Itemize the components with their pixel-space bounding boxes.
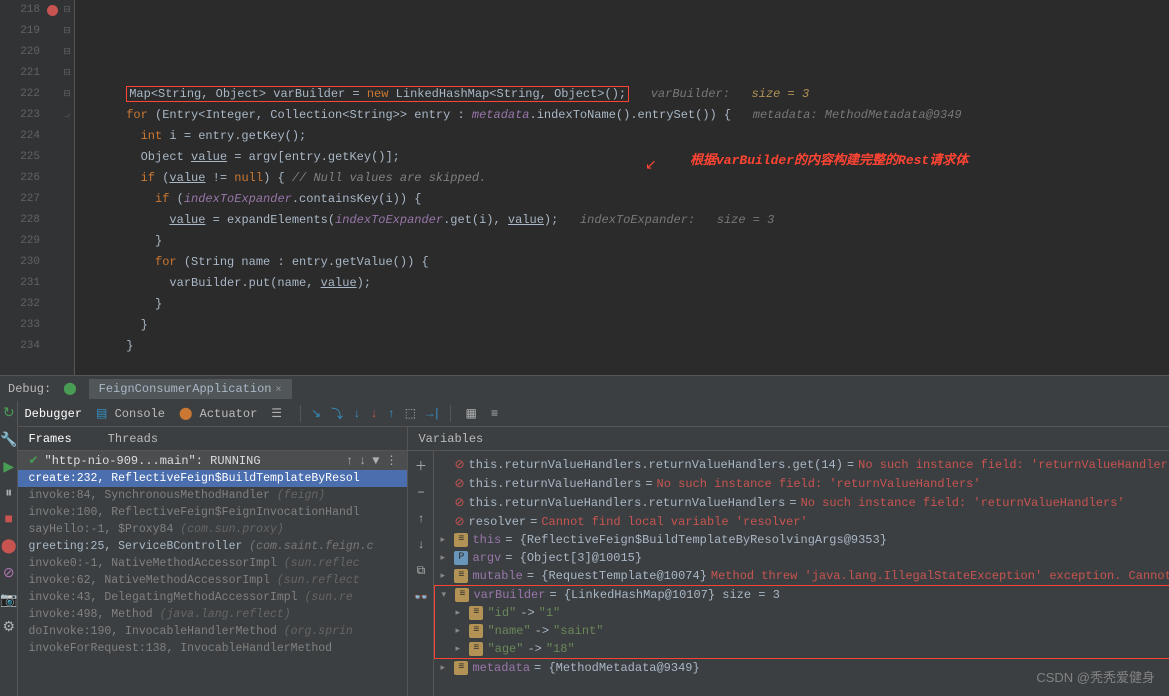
up-icon: ↑ (346, 454, 353, 468)
resume-icon[interactable]: ▶ (3, 459, 14, 476)
arrow-icon: ↙ (645, 156, 657, 177)
gear-icon[interactable]: ⚙ (2, 619, 15, 636)
code-line[interactable]: } (83, 231, 1169, 252)
vars-toolbar: ＋ − ↑ ↓ ⧉ 👓 (408, 451, 434, 696)
code-line[interactable]: value = expandElements(indexToExpander.g… (83, 210, 1169, 231)
var-row[interactable]: ▸≡ mutable = {RequestTemplate@10074} Met… (434, 567, 1169, 585)
var-row[interactable]: ▾≡ varBuilder = {LinkedHashMap@10107} si… (435, 586, 1169, 604)
code-line[interactable]: Object value = argv[entry.getKey()]; (83, 147, 1169, 168)
debug-label: Debug: (8, 382, 51, 396)
frame-row[interactable]: invoke:62, NativeMethodAccessorImpl (sun… (18, 572, 407, 589)
map-entry-row[interactable]: ▸≡ "id" -> "1" (435, 604, 1169, 622)
frame-row[interactable]: sayHello:-1, $Proxy84 (com.sun.proxy) (18, 521, 407, 538)
code-line[interactable]: int i = entry.getKey(); (83, 126, 1169, 147)
step-into-icon[interactable]: ↓ (353, 407, 360, 421)
variables-list[interactable]: ⊘ this.returnValueHandlers.returnValueHa… (434, 451, 1169, 696)
code-line[interactable]: Map<String, Object> varBuilder = new Lin… (83, 84, 1169, 105)
map-entry-row[interactable]: ▸≡ "name" -> "saint" (435, 622, 1169, 640)
run-to-cursor-icon[interactable]: →| (426, 407, 440, 421)
debugger-tabs: Debugger ▤ Console ⬤ Actuator ☰ ↘ ⤵ ↓ ↓ … (18, 401, 1169, 427)
var-error-row[interactable]: ⊘ this.returnValueHandlers.returnValueHa… (434, 455, 1169, 474)
stop-icon[interactable]: ■ (5, 512, 13, 528)
frame-row[interactable]: invoke:100, ReflectiveFeign$FeignInvocat… (18, 504, 407, 521)
frame-row[interactable]: doInvoke:190, InvocableHandlerMethod (or… (18, 623, 407, 640)
force-step-into-icon[interactable]: ↓ (370, 407, 377, 421)
run-config-tab[interactable]: FeignConsumerApplication× (89, 379, 292, 399)
frame-row[interactable]: invoke:84, SynchronousMethodHandler (fei… (18, 487, 407, 504)
frame-row[interactable]: invoke:43, DelegatingMethodAccessorImpl … (18, 589, 407, 606)
breakpoint-gutter[interactable] (45, 0, 60, 375)
frame-row[interactable]: greeting:25, ServiceBController (com.sai… (18, 538, 407, 555)
console-tab[interactable]: ▤ Console (96, 406, 165, 421)
frames-header: Frames Threads (18, 427, 407, 451)
watermark: CSDN @秃秃爱健身 (1036, 667, 1155, 686)
fold-gutter[interactable]: ⊟⊟⊟⊟⊟⨼ (60, 0, 75, 375)
var-error-row[interactable]: ⊘ resolver = Cannot find local variable … (434, 512, 1169, 531)
bug-icon: ⬤ (63, 381, 76, 396)
breakpoints-icon[interactable]: ⬤ (1, 538, 17, 555)
threads-icon[interactable]: ☰ (271, 406, 282, 421)
glasses-icon[interactable]: 👓 (413, 590, 428, 605)
more-frames-icon: ⋮ (385, 453, 397, 468)
pause-icon[interactable]: ⏸ (5, 486, 12, 502)
more-icon[interactable]: ≡ (491, 407, 498, 421)
code-line[interactable]: } (83, 315, 1169, 336)
remove-watch-icon[interactable]: − (417, 486, 424, 500)
frame-row[interactable]: invoke0:-1, NativeMethodAccessorImpl (su… (18, 555, 407, 572)
mute-bp-icon[interactable]: ⊘ (3, 565, 15, 582)
frames-panel: Frames Threads ✔ "http-nio-909...main": … (18, 427, 408, 696)
rerun-icon[interactable]: ↻ (3, 405, 15, 422)
varbuilder-group: ▾≡ varBuilder = {LinkedHashMap@10107} si… (434, 585, 1169, 659)
filter-icon: ▼ (372, 454, 379, 468)
copy-icon[interactable]: ⧉ (417, 564, 426, 578)
var-error-row[interactable]: ⊘ this.returnValueHandlers.returnValueHa… (434, 493, 1169, 512)
code-line[interactable]: for (String name : entry.getValue()) { (83, 252, 1169, 273)
error-icon: ⊘ (454, 476, 464, 491)
code-line[interactable]: if (indexToExpander.containsKey(i)) { (83, 189, 1169, 210)
step-over-icon[interactable]: ⤵ (331, 405, 343, 422)
var-row[interactable]: ▸P argv = {Object[3]@10015} (434, 549, 1169, 567)
eval-icon[interactable]: ▦ (465, 406, 476, 421)
debug-run-bar: Debug: ⬤ FeignConsumerApplication× (0, 375, 1169, 401)
debug-panel: ↻ 🔧 ▶ ⏸ ■ ⬤ ⊘ 📷 ⚙ Debugger ▤ Console ⬤ A… (0, 401, 1169, 696)
frame-row[interactable]: create:232, ReflectiveFeign$BuildTemplat… (18, 470, 407, 487)
add-watch-icon[interactable]: ＋ (415, 457, 427, 474)
settings-icon[interactable]: 🔧 (0, 432, 17, 449)
code-editor[interactable]: 2182192202212222232242252262272282292302… (0, 0, 1169, 375)
code-area[interactable]: 根据varBuilder的内容构建完整的Rest请求体 ↙ Map<String… (75, 0, 1169, 375)
step-out-icon[interactable]: ↑ (388, 407, 395, 421)
actuator-tab[interactable]: ⬤ Actuator (179, 406, 257, 421)
debugger-tab[interactable]: Debugger (24, 407, 82, 421)
down-icon: ↓ (359, 454, 366, 468)
up-watch-icon[interactable]: ↑ (417, 512, 424, 526)
map-entry-row[interactable]: ▸≡ "age" -> "18" (435, 640, 1169, 658)
error-icon: ⊘ (454, 495, 464, 510)
show-exec-icon[interactable]: ↘ (311, 406, 321, 421)
line-gutter: 2182192202212222232242252262272282292302… (0, 0, 45, 375)
code-line[interactable]: for (Entry<Integer, Collection<String>> … (83, 105, 1169, 126)
frame-row[interactable]: invokeForRequest:138, InvocableHandlerMe… (18, 640, 407, 657)
code-line[interactable]: } (83, 294, 1169, 315)
frame-row[interactable]: invoke:498, Method (java.lang.reflect) (18, 606, 407, 623)
var-error-row[interactable]: ⊘ this.returnValueHandlers = No such ins… (434, 474, 1169, 493)
check-icon: ✔ (28, 453, 38, 468)
code-line[interactable] (83, 357, 1169, 375)
close-icon[interactable]: × (275, 385, 281, 396)
variables-header: Variables (408, 427, 1169, 451)
camera-icon[interactable]: 📷 (0, 592, 17, 609)
debug-sidebar: ↻ 🔧 ▶ ⏸ ■ ⬤ ⊘ 📷 ⚙ (0, 401, 18, 696)
code-line[interactable]: } (83, 336, 1169, 357)
code-line[interactable]: if (value != null) { // Null values are … (83, 168, 1169, 189)
error-icon: ⊘ (454, 457, 464, 472)
annotation-text: 根据varBuilder的内容构建完整的Rest请求体 (690, 150, 968, 171)
drop-frame-icon[interactable]: ⬚ (405, 406, 416, 421)
frames-list[interactable]: create:232, ReflectiveFeign$BuildTemplat… (18, 470, 407, 696)
variables-panel: Variables ＋ − ↑ ↓ ⧉ 👓 ⊘ this.returnValue… (408, 427, 1169, 696)
var-row[interactable]: ▸≡ this = {ReflectiveFeign$BuildTemplate… (434, 531, 1169, 549)
down-watch-icon[interactable]: ↓ (417, 538, 424, 552)
error-icon: ⊘ (454, 514, 464, 529)
code-line[interactable]: varBuilder.put(name, value); (83, 273, 1169, 294)
thread-selector[interactable]: ✔ "http-nio-909...main": RUNNING ↑ ↓ ▼ ⋮ (18, 451, 407, 470)
